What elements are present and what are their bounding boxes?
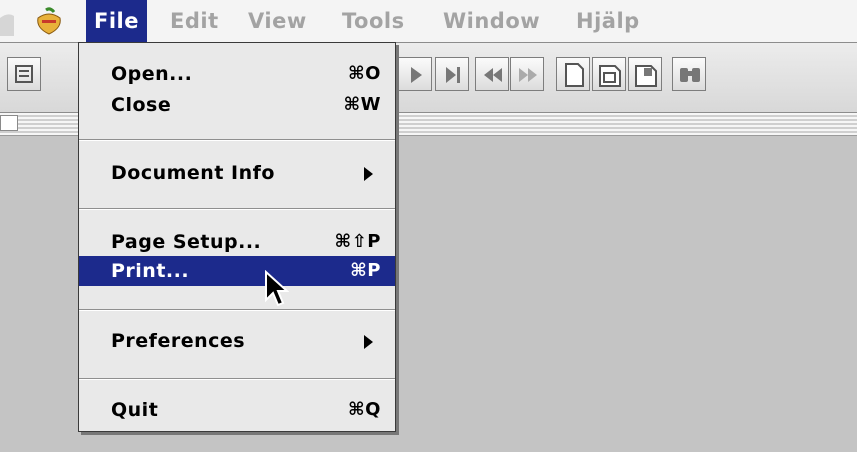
page-view-icon: [15, 65, 33, 83]
continuous-page-button[interactable]: [592, 57, 626, 91]
shortcut-label: ⌘⇧P: [334, 231, 381, 252]
menu-bar: File Edit View Tools Window Hjälp: [0, 0, 857, 43]
skip-to-end-button[interactable]: [435, 57, 469, 91]
find-button[interactable]: [672, 57, 706, 91]
menu-separator: [79, 309, 395, 311]
menu-tools[interactable]: Tools: [334, 0, 413, 42]
play-button[interactable]: [398, 57, 432, 91]
skip-to-end-icon: [446, 67, 460, 83]
facing-pages-icon: [635, 65, 657, 87]
menu-edit[interactable]: Edit: [162, 0, 227, 42]
menu-item-open[interactable]: Open... ⌘O: [79, 59, 395, 89]
mouse-pointer-icon: [265, 270, 289, 307]
menu-item-print[interactable]: Print... ⌘P: [79, 256, 395, 286]
menu-item-label: Quit: [111, 399, 159, 421]
menu-separator: [79, 208, 395, 210]
facing-pages-button[interactable]: [628, 57, 662, 91]
shortcut-label: ⌘W: [343, 94, 381, 115]
submenu-arrow-icon: [364, 335, 373, 349]
menu-item-quit[interactable]: Quit ⌘Q: [79, 395, 395, 425]
menu-window[interactable]: Window: [435, 0, 548, 42]
continuous-page-icon: [599, 65, 621, 87]
file-menu-dropdown: Open... ⌘O Close ⌘W Document Info Page S…: [78, 42, 396, 432]
menu-item-document-info[interactable]: Document Info: [79, 158, 395, 188]
menu-separator: [79, 139, 395, 141]
rewind-button[interactable]: [475, 57, 509, 91]
menu-item-label: Page Setup...: [111, 231, 262, 253]
app-icon[interactable]: [32, 6, 66, 36]
fast-forward-button[interactable]: [510, 57, 544, 91]
shortcut-label: ⌘O: [347, 63, 381, 84]
menu-item-preferences[interactable]: Preferences: [79, 326, 395, 356]
menu-item-label: Open...: [111, 63, 193, 85]
menu-separator: [79, 378, 395, 380]
menu-item-label: Print...: [111, 260, 190, 282]
find-binoculars-icon: [680, 68, 700, 82]
menu-item-label: Preferences: [111, 330, 246, 352]
menu-help[interactable]: Hjälp: [568, 0, 648, 42]
menu-item-close[interactable]: Close ⌘W: [79, 90, 395, 120]
single-page-button[interactable]: [556, 57, 590, 91]
menu-item-label: Close: [111, 94, 172, 116]
page-view-button[interactable]: [7, 57, 41, 91]
play-icon: [411, 67, 422, 83]
menu-file[interactable]: File: [86, 0, 147, 42]
menu-item-page-setup[interactable]: Page Setup... ⌘⇧P: [79, 227, 395, 257]
menu-item-label: Document Info: [111, 162, 275, 184]
apple-icon[interactable]: [0, 6, 24, 36]
shortcut-label: ⌘Q: [347, 399, 381, 420]
ruler-corner-box[interactable]: [0, 115, 18, 131]
shortcut-label: ⌘P: [350, 260, 381, 281]
submenu-arrow-icon: [364, 167, 373, 181]
single-page-icon: [565, 63, 584, 87]
fast-forward-icon: [519, 68, 537, 82]
menu-view[interactable]: View: [240, 0, 315, 42]
rewind-icon: [484, 68, 502, 82]
